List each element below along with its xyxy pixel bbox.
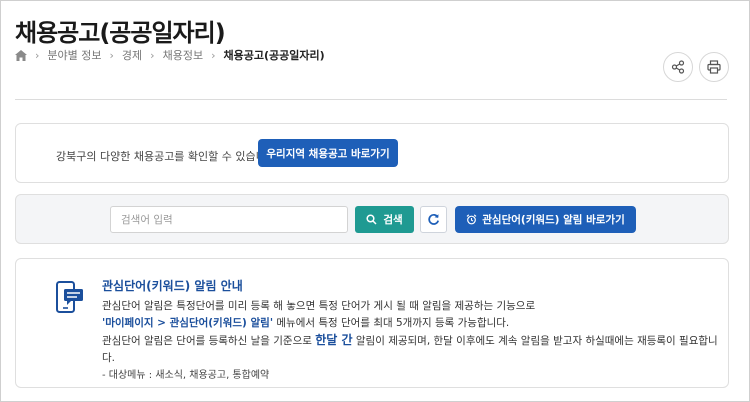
keyword-alert-button-label: 관심단어(키워드) 알림 바로가기 (482, 214, 625, 226)
chevron-right-icon: › (109, 48, 114, 62)
keyword-alert-notice: 관심단어(키워드) 알림 안내 관심단어 알림은 특정단어를 미리 등록 해 놓… (15, 258, 729, 388)
notice-line: '마이페이지 > 관심단어(키워드) 알림' 메뉴에서 특정 단어를 최대 5개… (102, 315, 728, 332)
title-divider (15, 99, 727, 100)
region-jobs-description: 강북구의 다양한 채용공고를 확인할 수 있습니다. (56, 150, 280, 163)
page-frame: 채용공고(공공일자리) › 분야별 정보 › 경제 › 채용정보 › 채용공고(… (0, 0, 750, 402)
refresh-button[interactable] (420, 206, 447, 233)
home-icon[interactable] (15, 49, 27, 61)
mobile-alert-icon (56, 281, 83, 313)
breadcrumb-item[interactable]: 경제 (122, 47, 142, 63)
search-button-label: 검색 (383, 214, 403, 226)
page-title: 채용공고(공공일자리) (15, 19, 226, 47)
breadcrumb-item[interactable]: 채용정보 (163, 47, 203, 63)
search-button[interactable]: 검색 (355, 206, 414, 233)
search-icon (366, 214, 377, 225)
notice-line-text: 관심단어 알림은 단어를 등록하신 날을 기준으로 (102, 335, 316, 347)
alarm-clock-icon (466, 214, 477, 225)
print-icon (707, 60, 721, 74)
notice-line: 관심단어 알림은 단어를 등록하신 날을 기준으로 한달 간 알림이 제공되며,… (102, 332, 728, 367)
search-panel: 검색 관심단어(키워드) 알림 바로가기 (15, 194, 729, 244)
chevron-right-icon: › (150, 48, 155, 62)
notice-line-text: 메뉴에서 특정 단어를 최대 5개까지 등록 가능합니다. (273, 317, 510, 329)
print-button[interactable] (699, 52, 729, 82)
notice-period: 한달 간 (315, 333, 353, 347)
page-actions (663, 52, 729, 82)
notice-text: 관심단어(키워드) 알림 안내 관심단어 알림은 특정단어를 미리 등록 해 놓… (102, 278, 728, 384)
region-jobs-button[interactable]: 우리지역 채용공고 바로가기 (258, 139, 398, 167)
region-jobs-panel: 강북구의 다양한 채용공고를 확인할 수 있습니다. 우리지역 채용공고 바로가… (15, 123, 729, 183)
share-button[interactable] (663, 52, 693, 82)
keyword-alert-button[interactable]: 관심단어(키워드) 알림 바로가기 (455, 206, 636, 233)
share-icon (671, 60, 685, 74)
search-input[interactable] (110, 206, 348, 233)
notice-title: 관심단어(키워드) 알림 안내 (102, 279, 243, 293)
notice-target-menus: - 대상메뉴 : 새소식, 채용공고, 통합예약 (102, 370, 270, 381)
notice-menu-path: '마이페이지 > 관심단어(키워드) 알림' (102, 317, 274, 329)
refresh-icon (428, 213, 440, 225)
chevron-right-icon: › (211, 48, 216, 62)
notice-line: 관심단어 알림은 특정단어를 미리 등록 해 놓으면 특정 단어가 게시 될 때… (102, 300, 536, 312)
breadcrumb-current: 채용공고(공공일자리) (223, 49, 325, 62)
chevron-right-icon: › (35, 48, 40, 62)
breadcrumb: › 분야별 정보 › 경제 › 채용정보 › 채용공고(공공일자리) (15, 47, 325, 63)
breadcrumb-item[interactable]: 분야별 정보 (47, 47, 101, 63)
